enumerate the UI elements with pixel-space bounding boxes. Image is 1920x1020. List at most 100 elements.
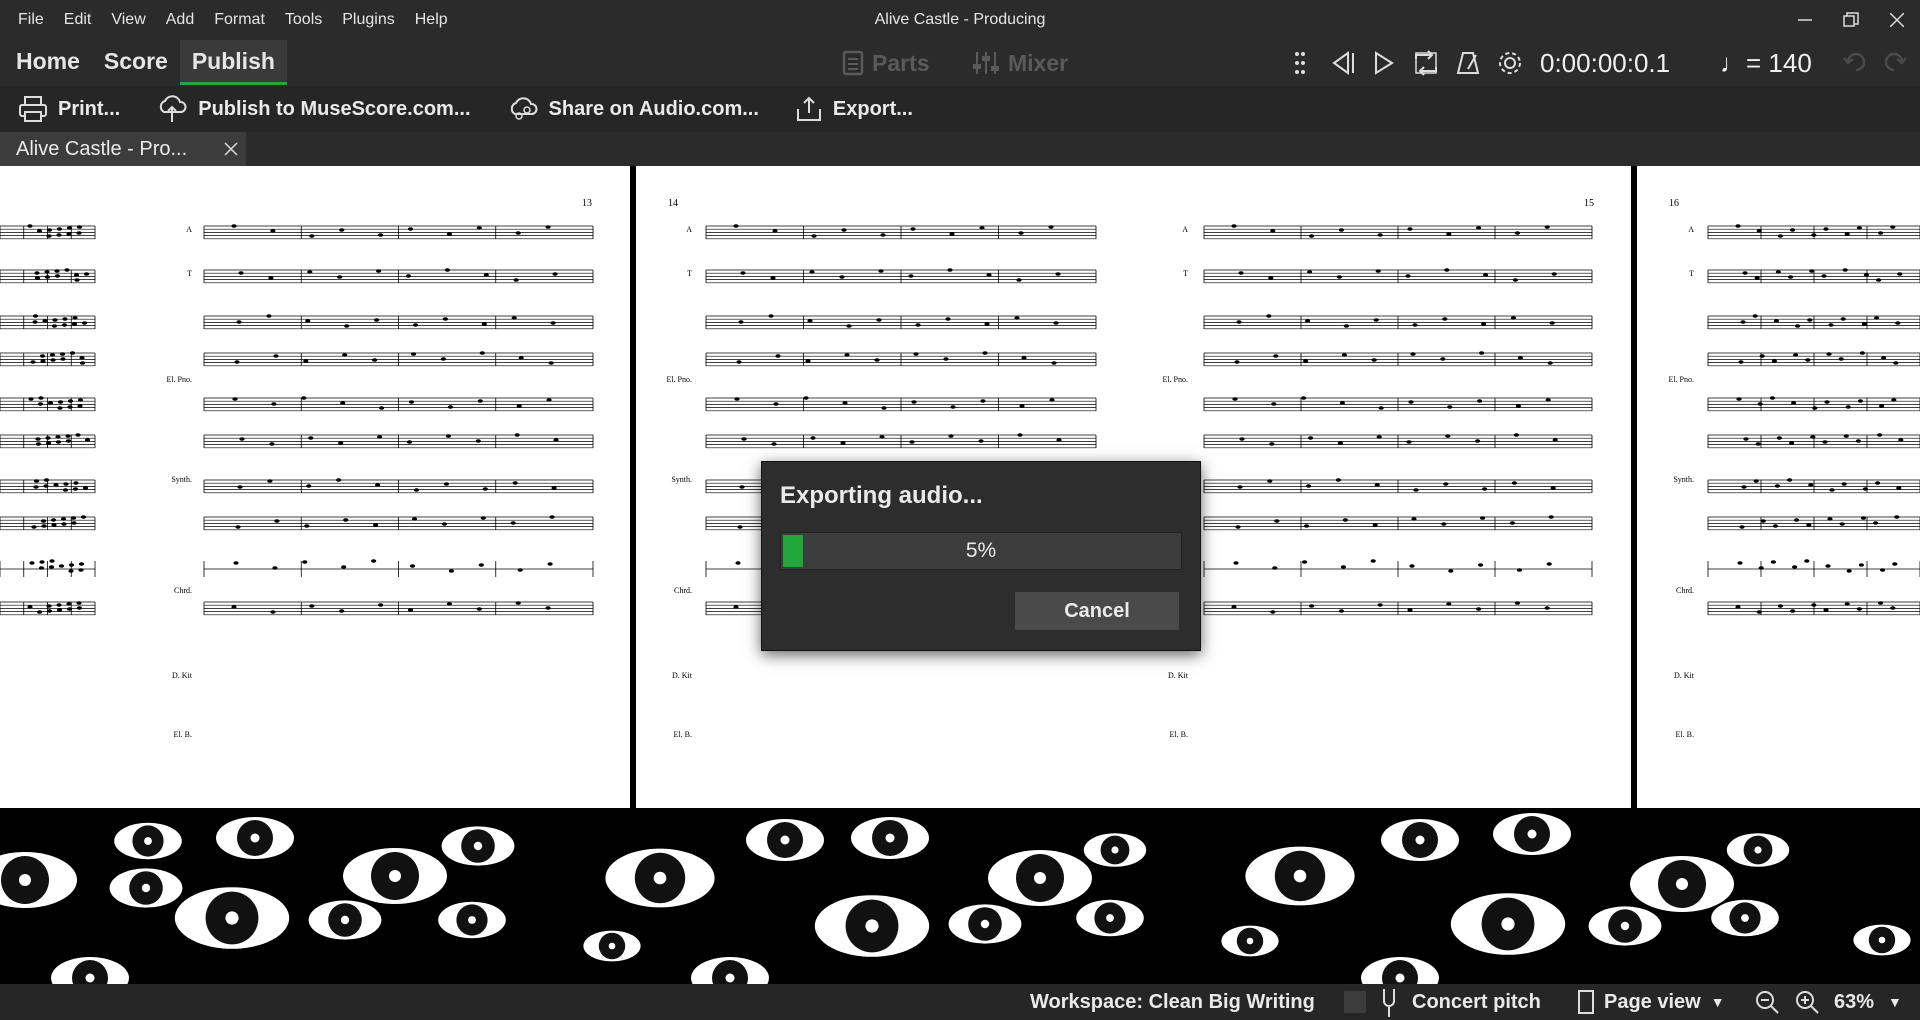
note-head bbox=[270, 610, 276, 614]
eye-pupil bbox=[1741, 914, 1749, 922]
eye-pupil bbox=[473, 841, 483, 851]
playback-settings-button[interactable] bbox=[1492, 45, 1528, 81]
tab-score[interactable]: Score bbox=[92, 40, 180, 82]
eye-pupil bbox=[19, 874, 31, 886]
note-head bbox=[412, 323, 419, 327]
note-head bbox=[1895, 321, 1901, 325]
note-head bbox=[1479, 351, 1485, 355]
note-head bbox=[1049, 398, 1055, 402]
note-head bbox=[410, 352, 417, 356]
note-head bbox=[443, 482, 449, 486]
menu-view[interactable]: View bbox=[101, 11, 155, 29]
menu-plugins[interactable]: Plugins bbox=[332, 11, 404, 29]
export-icon bbox=[796, 96, 821, 121]
metronome-button[interactable] bbox=[1450, 45, 1486, 81]
note-head bbox=[880, 233, 886, 237]
note-head bbox=[76, 606, 83, 610]
zoom-chevron-down-icon[interactable]: ▼ bbox=[1888, 984, 1902, 1020]
eye-pupil bbox=[1620, 921, 1630, 931]
play-button[interactable] bbox=[1366, 45, 1402, 81]
note-head bbox=[978, 439, 984, 443]
note-head bbox=[874, 358, 880, 362]
note-head bbox=[271, 402, 277, 406]
concert-pitch-checkbox[interactable] bbox=[1344, 991, 1366, 1013]
workspace-selector[interactable]: Workspace: Clean Big Writing bbox=[1030, 984, 1315, 1020]
close-window-button[interactable] bbox=[1874, 0, 1920, 40]
loop-button[interactable] bbox=[1408, 45, 1444, 81]
note-head bbox=[79, 356, 85, 360]
document-tab[interactable]: Alive Castle - Pro... bbox=[0, 132, 246, 166]
note-head bbox=[768, 314, 774, 318]
note-head bbox=[1270, 610, 1276, 614]
eye-pupil bbox=[468, 916, 476, 924]
note-head bbox=[379, 406, 385, 410]
note-head bbox=[480, 516, 486, 520]
rewind-button[interactable] bbox=[1324, 45, 1360, 81]
instrument-label: El. Pno. bbox=[1162, 375, 1188, 384]
note-head bbox=[1544, 606, 1550, 610]
drag-handle[interactable] bbox=[1282, 45, 1318, 81]
note-head bbox=[1378, 406, 1384, 410]
menu-tools[interactable]: Tools bbox=[275, 11, 332, 29]
zoom-out-icon[interactable] bbox=[1754, 989, 1780, 1015]
mixer-button[interactable]: Mixer bbox=[972, 40, 1068, 86]
note-head bbox=[548, 361, 554, 365]
eye-pupil bbox=[1501, 917, 1515, 931]
minimize-button[interactable] bbox=[1782, 0, 1828, 40]
close-tab-icon[interactable] bbox=[224, 142, 238, 156]
tempo-display[interactable]: ♩= 140 bbox=[1720, 40, 1812, 86]
eye-pupil bbox=[85, 973, 95, 983]
share-audio-button[interactable]: Share on Audio.com... bbox=[489, 86, 777, 132]
parts-button[interactable]: Parts bbox=[842, 40, 930, 86]
note-head bbox=[1480, 516, 1486, 520]
note-head bbox=[1482, 487, 1488, 491]
note-head bbox=[1235, 525, 1241, 529]
note-head bbox=[1790, 228, 1796, 232]
note-head bbox=[1741, 485, 1747, 489]
note-head bbox=[82, 486, 89, 490]
note-head bbox=[37, 402, 44, 406]
note-head bbox=[1407, 608, 1413, 612]
menu-edit[interactable]: Edit bbox=[54, 11, 102, 29]
note-head bbox=[273, 354, 279, 358]
eye-pupil bbox=[1246, 937, 1254, 945]
zoom-in-icon[interactable] bbox=[1794, 989, 1820, 1015]
note-head bbox=[303, 359, 309, 363]
tab-publish[interactable]: Publish bbox=[179, 40, 287, 85]
print-button[interactable]: Print... bbox=[0, 86, 138, 132]
concert-pitch-toggle[interactable]: Concert pitch bbox=[1344, 984, 1541, 1020]
restore-button[interactable] bbox=[1828, 0, 1874, 40]
note-head bbox=[233, 561, 239, 565]
note-head bbox=[1878, 601, 1884, 605]
view-mode-dropdown[interactable]: Page view ▼ bbox=[1578, 984, 1725, 1020]
note-head bbox=[1893, 361, 1899, 365]
note-head bbox=[238, 271, 244, 275]
note-head bbox=[371, 559, 377, 563]
note-head bbox=[307, 270, 313, 274]
menu-add[interactable]: Add bbox=[156, 11, 204, 29]
cancel-button[interactable]: Cancel bbox=[1015, 592, 1179, 630]
publish-musescore-button[interactable]: Publish to MuseScore.com... bbox=[138, 86, 488, 132]
note-head bbox=[1879, 404, 1885, 408]
zoom-level[interactable]: 63% bbox=[1834, 984, 1874, 1020]
note-head bbox=[1372, 523, 1378, 527]
note-head bbox=[1447, 405, 1453, 409]
note-head bbox=[1509, 521, 1515, 525]
note-head bbox=[77, 398, 84, 402]
tab-home[interactable]: Home bbox=[4, 40, 92, 82]
export-button[interactable]: Export... bbox=[777, 86, 931, 132]
note-head bbox=[1550, 486, 1556, 490]
note-head bbox=[1752, 314, 1758, 318]
instrument-label: T bbox=[1183, 269, 1188, 278]
menu-help[interactable]: Help bbox=[405, 11, 458, 29]
note-head bbox=[48, 565, 55, 569]
note-head bbox=[72, 316, 78, 320]
note-head bbox=[1549, 321, 1555, 325]
menu-format[interactable]: Format bbox=[204, 11, 275, 29]
note-head bbox=[1441, 522, 1447, 526]
note-head bbox=[1777, 604, 1783, 608]
background-wallpaper bbox=[0, 808, 1920, 984]
menu-file[interactable]: File bbox=[8, 11, 54, 29]
time-display[interactable]: 0:00:00:0.1 bbox=[1540, 40, 1670, 86]
note-head bbox=[1338, 609, 1344, 613]
